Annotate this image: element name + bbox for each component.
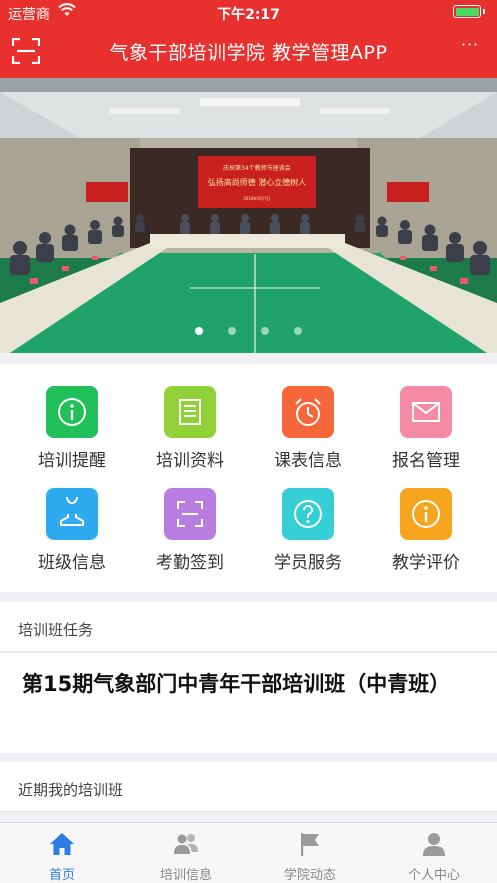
backdrop-line3: 2018年9月7日 (243, 195, 270, 201)
menu-student-service[interactable]: 学员服务 (246, 488, 370, 588)
tab-label: 培训信息 (159, 868, 212, 883)
question-icon (282, 488, 334, 540)
tab-bar: 首页 培训信息 学院动态 个人中心 (0, 822, 497, 883)
clock: 下午2:17 (217, 7, 280, 23)
people-icon (174, 834, 198, 854)
carousel-indicator[interactable] (0, 320, 497, 339)
flag-icon (301, 833, 319, 856)
function-grid: 培训提醒 培训资料 课表信息 报名管理 班级信息 考勤签到 学员服务 教学评价 (0, 364, 497, 592)
tab-label: 学院动态 (283, 868, 336, 883)
tab-label: 首页 (48, 868, 75, 883)
carousel-dot[interactable] (261, 327, 270, 335)
alarm-clock-icon (282, 386, 334, 438)
menu-class-info[interactable]: 班级信息 (10, 488, 134, 588)
scan-icon[interactable] (12, 38, 40, 64)
carousel-dot[interactable] (294, 327, 303, 335)
user-icon (423, 833, 445, 856)
tab-home[interactable]: 首页 (0, 823, 124, 883)
banner-photo: 庆祝第34个教师节座谈会 弘扬高尚师德 潜心立德树人 2018年9月7日 (0, 78, 497, 353)
tab-training-info[interactable]: 培训信息 (124, 823, 248, 883)
banner-carousel[interactable]: 庆祝第34个教师节座谈会 弘扬高尚师德 潜心立德树人 2018年9月7日 (0, 78, 497, 353)
battery-icon (453, 5, 485, 18)
page-title: 气象干部培训学院 教学管理APP (109, 42, 388, 64)
menu-label: 教学评价 (392, 553, 460, 573)
backdrop-line1: 庆祝第34个教师节座谈会 (223, 164, 291, 172)
menu-teaching-evaluation[interactable]: 教学评价 (364, 488, 488, 588)
info-icon (46, 386, 98, 438)
section-header-training-tasks: 培训班任务 (0, 602, 497, 652)
menu-label: 培训提醒 (38, 451, 106, 471)
info-icon (400, 488, 452, 540)
tab-personal-center[interactable]: 个人中心 (372, 823, 496, 883)
top-bar: 运营商 下午2:17 气象干部培训学院 教学管理APP ··· (0, 0, 497, 78)
status-bar: 运营商 下午2:17 (0, 0, 497, 24)
menu-training-materials[interactable]: 培训资料 (128, 386, 252, 486)
menu-label: 培训资料 (156, 451, 224, 471)
menu-schedule[interactable]: 课表信息 (246, 386, 370, 486)
person-icon (46, 488, 98, 540)
backdrop-line2: 弘扬高尚师德 潜心立德树人 (208, 177, 307, 187)
menu-label: 报名管理 (392, 451, 460, 471)
home-icon (50, 833, 74, 855)
menu-label: 考勤签到 (156, 553, 224, 573)
menu-training-reminder[interactable]: 培训提醒 (10, 386, 134, 486)
menu-label: 学员服务 (274, 553, 342, 573)
carousel-dot[interactable] (227, 327, 236, 335)
tab-college-news[interactable]: 学院动态 (248, 823, 372, 883)
app-header: 气象干部培训学院 教学管理APP ··· (0, 24, 497, 78)
menu-attendance[interactable]: 考勤签到 (128, 488, 252, 588)
scan-frame-icon (164, 488, 216, 540)
section-header-recent-classes: 近期我的培训班 (0, 762, 497, 812)
menu-label: 课表信息 (274, 451, 342, 471)
menu-label: 班级信息 (38, 553, 106, 573)
document-icon (164, 386, 216, 438)
training-task-card[interactable]: 第15期气象部门中青年干部培训班（中青班） (0, 653, 497, 753)
menu-registration[interactable]: 报名管理 (364, 386, 488, 486)
envelope-icon (400, 386, 452, 438)
more-menu-icon[interactable]: ··· (457, 37, 483, 58)
carousel-dot[interactable] (194, 327, 203, 335)
tab-label: 个人中心 (407, 868, 460, 883)
